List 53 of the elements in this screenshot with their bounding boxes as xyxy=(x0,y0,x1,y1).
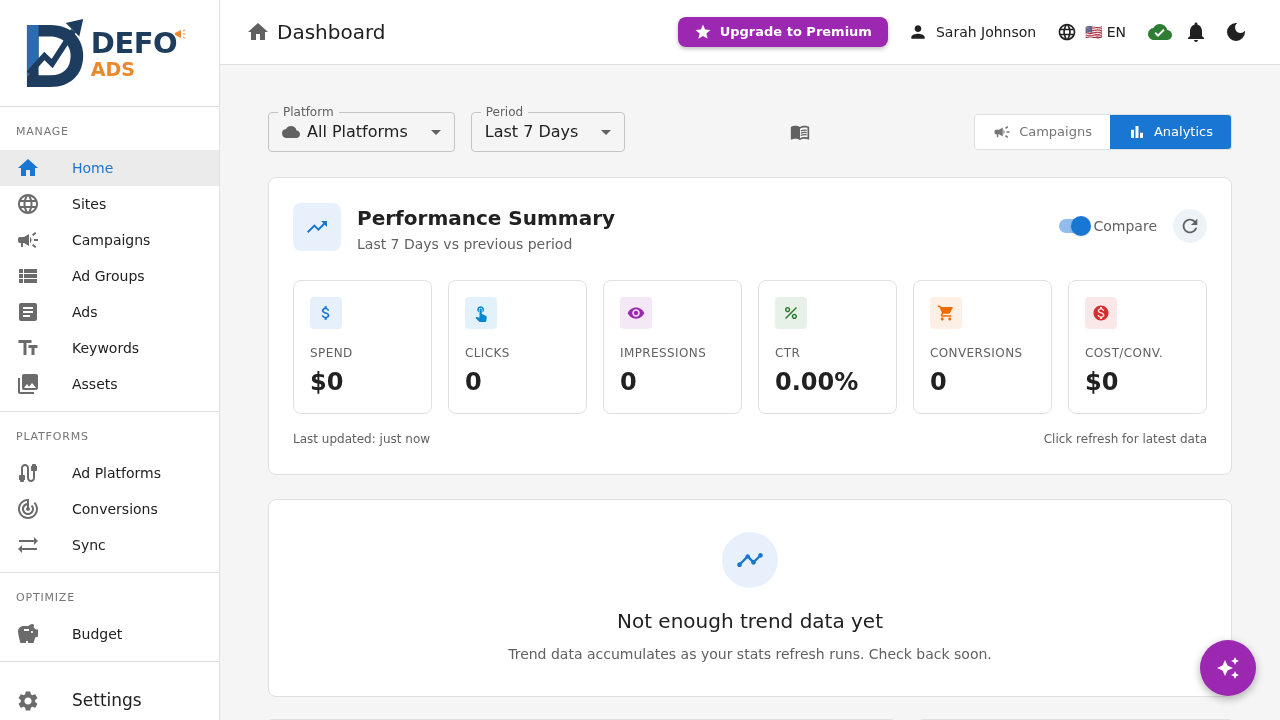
empty-state-title: Not enough trend data yet xyxy=(616,608,884,635)
caret-icon xyxy=(430,129,441,135)
section-label: PLATFORMS xyxy=(15,429,90,445)
trending-up-icon xyxy=(293,203,341,251)
page-title: Dashboard xyxy=(277,19,386,46)
globe-icon xyxy=(1057,22,1078,42)
select-value: Last 7 Days xyxy=(484,121,579,143)
card-subtitle: Last 7 Days vs previous period xyxy=(357,235,574,254)
switch-label: Compare xyxy=(1093,216,1157,236)
metric-value: 0 xyxy=(930,367,948,397)
metric-value: $0 xyxy=(1085,367,1120,397)
metric-label: CONVERSIONS xyxy=(930,345,1024,362)
assistant-button[interactable] xyxy=(1200,640,1256,696)
view-tab[interactable]: Analytics xyxy=(1109,115,1231,149)
metric-value: $0 xyxy=(310,367,345,397)
globe-icon xyxy=(16,192,40,216)
metric-value: 0.00% xyxy=(775,367,860,397)
compare-switch[interactable] xyxy=(1059,219,1088,233)
images-icon xyxy=(16,372,40,396)
metric-label: CTR xyxy=(775,345,802,362)
piggy-bank-icon xyxy=(16,622,40,646)
target-icon xyxy=(16,497,40,521)
select-value: All Platforms xyxy=(307,121,408,143)
last-updated-text: Last updated: just now xyxy=(293,431,431,447)
card-title: Performance Summary xyxy=(357,205,616,232)
view-tab[interactable]: Campaigns xyxy=(975,115,1110,149)
cable-icon xyxy=(16,461,40,485)
language-selector[interactable]: 🇺🇸 EN xyxy=(1057,21,1126,43)
logo-text: DEFO xyxy=(90,27,178,58)
moon-icon xyxy=(1224,20,1248,44)
metric-value: 0 xyxy=(465,367,483,397)
metric-value: 0 xyxy=(620,367,638,397)
user-menu[interactable]: Sarah Johnson xyxy=(907,21,1037,43)
metric-label: SPEND xyxy=(310,345,354,362)
metric-label: COST/CONV. xyxy=(1085,345,1165,362)
upgrade-button[interactable]: Upgrade to Premium xyxy=(677,17,888,47)
refresh-hint-text: Click refresh for latest data xyxy=(1043,431,1207,447)
logo-text: ADS xyxy=(90,58,136,79)
caret-icon xyxy=(601,129,612,135)
refresh-button[interactable] xyxy=(1173,209,1207,243)
metric-label: IMPRESSIONS xyxy=(620,345,708,362)
cloud-icon xyxy=(282,123,300,141)
theme-toggle-button[interactable] xyxy=(1224,20,1248,44)
empty-state-message: Trend data accumulates as your stats refresh runs. Check back soon. xyxy=(508,645,992,664)
megaphone-icon xyxy=(993,123,1012,141)
settings-icon xyxy=(16,689,40,713)
section-label: MANAGE xyxy=(15,124,70,140)
document-icon xyxy=(16,300,40,324)
metric-label: CLICKS xyxy=(465,345,511,362)
sparkles-icon xyxy=(1216,656,1240,680)
section-label: OPTIMIZE xyxy=(15,590,76,606)
star-icon xyxy=(693,23,712,41)
sidebar-item[interactable]: Home xyxy=(0,150,219,186)
